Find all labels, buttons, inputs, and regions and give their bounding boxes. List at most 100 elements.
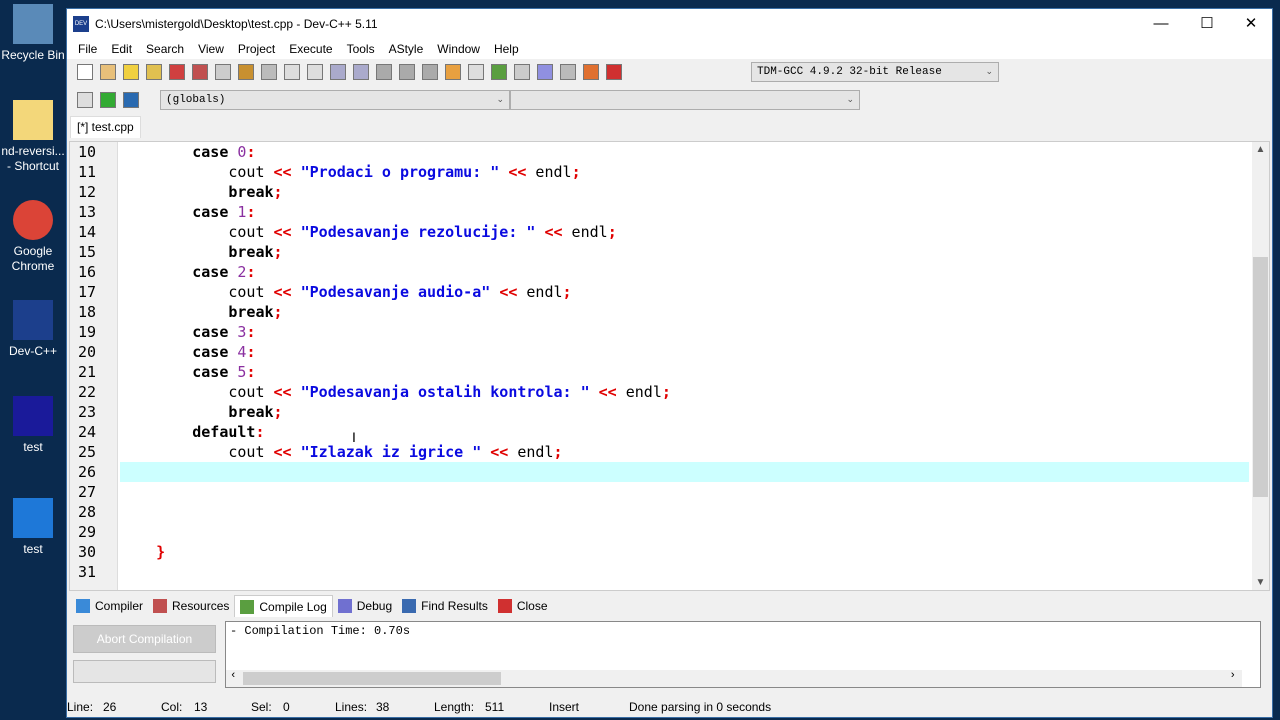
save-icon[interactable]: [122, 64, 139, 80]
tab-debug[interactable]: Debug: [333, 595, 397, 617]
line-number: 25: [77, 443, 96, 461]
menu-item-window[interactable]: Window: [430, 39, 487, 59]
scope-select[interactable]: (globals) ⌄: [160, 90, 510, 110]
rebuild-icon[interactable]: [513, 64, 530, 80]
print-icon[interactable]: [214, 64, 231, 80]
maximize-button[interactable]: ☐: [1184, 9, 1230, 39]
tab-resources[interactable]: Resources: [148, 595, 234, 617]
line-number: 19: [77, 323, 96, 341]
code-token: :: [246, 363, 256, 381]
close-all-icon[interactable]: [191, 64, 208, 80]
menu-item-view[interactable]: View: [191, 39, 231, 59]
code-token: :: [255, 423, 265, 441]
close-icon[interactable]: [168, 64, 185, 80]
bookmark-next-icon[interactable]: [398, 64, 415, 80]
remove-from-project-icon[interactable]: [122, 92, 139, 108]
code-token: break: [228, 303, 274, 321]
menu-item-project[interactable]: Project: [231, 39, 282, 59]
code-line: case 0:: [120, 142, 1249, 162]
window-title: C:\Users\mistergold\Desktop\test.cpp - D…: [95, 17, 378, 31]
menu-item-file[interactable]: File: [71, 39, 104, 59]
find-icon[interactable]: [283, 64, 300, 80]
redo-icon[interactable]: [260, 64, 277, 80]
code-line: break;: [120, 182, 1249, 202]
menu-item-tools[interactable]: Tools: [340, 39, 382, 59]
devcpp-icon: [13, 300, 53, 340]
code-token: case: [192, 343, 229, 361]
chevron-down-icon: ⌄: [496, 95, 504, 105]
save-all-icon[interactable]: [145, 64, 162, 80]
tab-compile-log[interactable]: Compile Log: [234, 595, 333, 617]
undo-icon[interactable]: [237, 64, 254, 80]
tab-label: Close: [516, 599, 548, 613]
close-window-button[interactable]: ✕: [1228, 9, 1274, 39]
replace-icon[interactable]: [306, 64, 323, 80]
menu-item-search[interactable]: Search: [139, 39, 191, 59]
code-token: ;: [562, 283, 572, 301]
member-select[interactable]: ⌄: [510, 90, 860, 110]
scroll-right-icon[interactable]: ›: [1229, 670, 1236, 682]
line-number: 17: [77, 283, 96, 301]
minimize-button[interactable]: —: [1138, 9, 1184, 39]
scrollbar-thumb[interactable]: [1253, 257, 1268, 497]
status-length: 511: [485, 700, 505, 714]
unindent-icon[interactable]: [352, 64, 369, 80]
goto-icon[interactable]: [421, 64, 438, 80]
scroll-down-icon[interactable]: ▼: [1252, 577, 1269, 588]
status-length-label: Length:: [434, 700, 475, 714]
menu-item-astyle[interactable]: AStyle: [382, 39, 431, 59]
desktop-shortcut[interactable]: Recycle Bin: [0, 4, 66, 63]
desktop-shortcut-label: test: [23, 440, 43, 454]
scroll-left-icon[interactable]: ‹: [230, 670, 237, 682]
menu-item-execute[interactable]: Execute: [282, 39, 339, 59]
compiler-select[interactable]: TDM-GCC 4.9.2 32-bit Release ⌄: [751, 62, 999, 82]
menu-item-help[interactable]: Help: [487, 39, 526, 59]
status-mode: Insert: [549, 700, 580, 714]
desktop-shortcut[interactable]: nd-reversi... - Shortcut: [0, 100, 66, 174]
line-number: 20: [77, 343, 96, 361]
editor-vertical-scrollbar[interactable]: ▲ ▼: [1252, 142, 1269, 590]
desktop-shortcut[interactable]: Dev-C++: [0, 300, 66, 359]
delete-profile-icon[interactable]: [605, 64, 622, 80]
syntax-check-icon[interactable]: [536, 64, 553, 80]
file-tab-test-cpp[interactable]: [*] test.cpp: [70, 116, 141, 138]
menu-item-edit[interactable]: Edit: [104, 39, 139, 59]
class-browser-icon[interactable]: [76, 92, 93, 108]
code-token: ;: [273, 303, 283, 321]
code-line: break;: [120, 302, 1249, 322]
desktop-shortcut[interactable]: Google Chrome: [0, 200, 66, 274]
code-token: <<: [598, 383, 617, 401]
code-editor[interactable]: 10 case 0: 11 cout << "Prodaci o programu…: [69, 141, 1270, 591]
new-file-icon[interactable]: [76, 64, 93, 80]
compile-icon[interactable]: [444, 64, 461, 80]
resources-icon: [153, 599, 168, 613]
code-token: "Podesavanje rezolucije: ": [300, 223, 536, 241]
desktop-shortcut[interactable]: test: [0, 396, 66, 455]
tab-close[interactable]: Close: [493, 595, 553, 617]
code-token: "Podesavanje audio-a": [300, 283, 491, 301]
open-icon[interactable]: [99, 64, 116, 80]
code-token: "Podesavanja ostalih kontrola: ": [300, 383, 590, 401]
scrollbar-thumb[interactable]: [243, 672, 501, 685]
desktop-shortcut[interactable]: test: [0, 498, 66, 557]
stop-icon[interactable]: [559, 64, 576, 80]
log-horizontal-scrollbar[interactable]: ‹ ›: [226, 670, 1242, 687]
profile-icon[interactable]: [582, 64, 599, 80]
add-to-project-icon[interactable]: [99, 92, 116, 108]
tab-find-results[interactable]: Find Results: [397, 595, 493, 617]
compile-run-icon[interactable]: [490, 64, 507, 80]
chevron-down-icon: ⌄: [985, 67, 993, 77]
tab-label: Debug: [356, 599, 393, 613]
run-icon[interactable]: [467, 64, 484, 80]
indent-icon[interactable]: [329, 64, 346, 80]
bookmark-prev-icon[interactable]: [375, 64, 392, 80]
tab-compiler[interactable]: Compiler: [71, 595, 148, 617]
scroll-up-icon[interactable]: ▲: [1252, 144, 1269, 155]
status-bar: Line: 26 Col: 13 Sel: 0 Lines: 38 Length: 511…: [67, 697, 1272, 717]
abort-compilation-button[interactable]: Abort Compilation: [73, 625, 216, 653]
